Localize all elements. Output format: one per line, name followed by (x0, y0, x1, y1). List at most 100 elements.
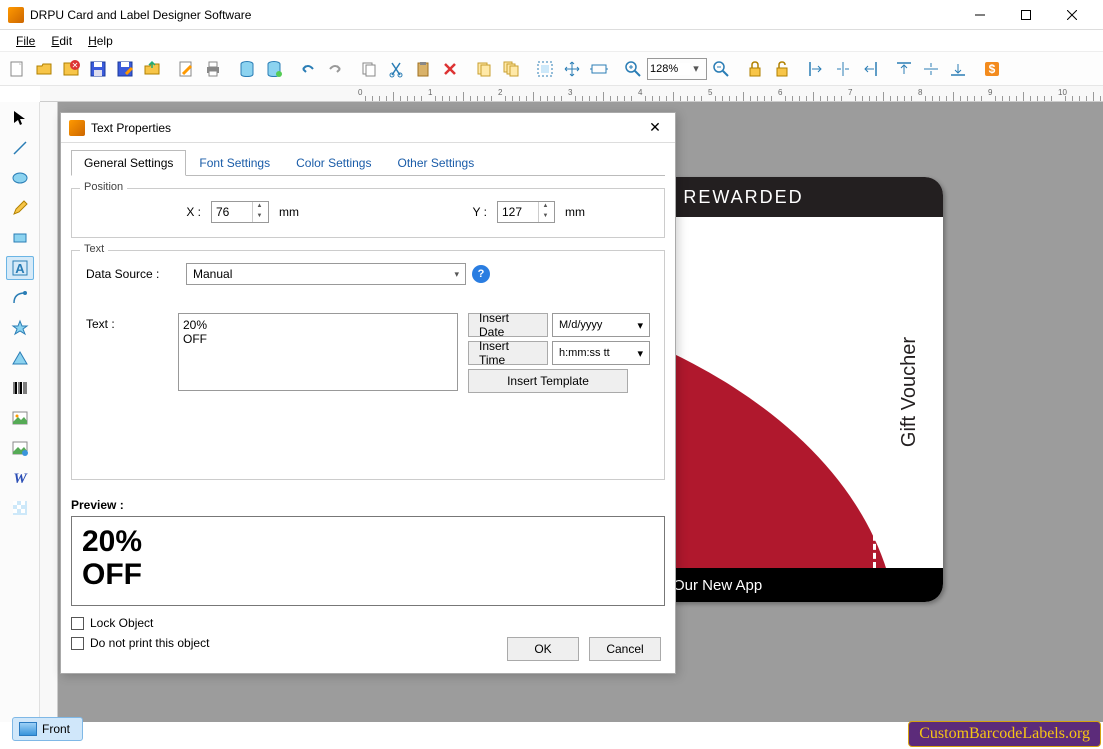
lock-object-label: Lock Object (90, 616, 153, 630)
no-print-checkbox[interactable] (71, 637, 84, 650)
triangle-tool-icon[interactable] (6, 346, 34, 370)
ellipse-tool-icon[interactable] (6, 166, 34, 190)
dialog-tabs: General Settings Font Settings Color Set… (71, 149, 665, 176)
align-middle-icon[interactable] (918, 56, 944, 82)
svg-text:✕: ✕ (72, 61, 79, 70)
delete-icon[interactable] (437, 56, 463, 82)
datasource-label: Data Source : (86, 267, 186, 281)
cut-icon[interactable] (383, 56, 409, 82)
svg-text:W: W (13, 471, 28, 487)
save-icon[interactable] (85, 56, 111, 82)
page-tab-front[interactable]: Front (12, 717, 83, 741)
menu-bar: File Edit Help (0, 30, 1103, 52)
close-file-icon[interactable]: ✕ (58, 56, 84, 82)
paste-icon[interactable] (410, 56, 436, 82)
cancel-button[interactable]: Cancel (589, 637, 661, 661)
star-tool-icon[interactable] (6, 316, 34, 340)
align-left-icon[interactable] (803, 56, 829, 82)
maximize-button[interactable] (1003, 0, 1049, 30)
copy-icon[interactable] (356, 56, 382, 82)
position-group: Position X : ▲▼ mm Y : ▲▼ mm (71, 188, 665, 238)
pencil-tool-icon[interactable] (6, 196, 34, 220)
svg-text:A: A (15, 261, 25, 276)
redo-icon[interactable] (322, 56, 348, 82)
help-icon[interactable]: ? (472, 265, 490, 283)
tab-color-settings[interactable]: Color Settings (283, 150, 384, 176)
barcode-tool-icon[interactable] (6, 376, 34, 400)
lock-icon[interactable] (742, 56, 768, 82)
x-label: X : (151, 205, 201, 219)
dialog-titlebar[interactable]: Text Properties ✕ (61, 113, 675, 143)
y-input[interactable]: ▲▼ (497, 201, 555, 223)
align-right-icon[interactable] (857, 56, 883, 82)
open-icon[interactable] (31, 56, 57, 82)
time-format-combo[interactable]: h:mm:ss tt▾ (552, 341, 650, 365)
watermark: CustomBarcodeLabels.org (908, 721, 1101, 747)
tab-font-settings[interactable]: Font Settings (186, 150, 283, 176)
duplicate-icon[interactable] (471, 56, 497, 82)
export-icon[interactable] (139, 56, 165, 82)
align-bottom-icon[interactable] (945, 56, 971, 82)
zoom-out-icon[interactable] (708, 56, 734, 82)
dialog-title: Text Properties (91, 121, 171, 135)
undo-icon[interactable] (295, 56, 321, 82)
edit-doc-icon[interactable] (173, 56, 199, 82)
menu-edit[interactable]: Edit (43, 32, 80, 50)
main-toolbar: ✕ ▾ $ (0, 52, 1103, 86)
horizontal-ruler: 012345678910 (40, 86, 1103, 102)
tab-other-settings[interactable]: Other Settings (384, 150, 487, 176)
vertical-ruler (40, 102, 58, 722)
image-tool-icon[interactable] (6, 406, 34, 430)
dialog-close-button[interactable]: ✕ (643, 116, 667, 140)
wordart-tool-icon[interactable]: W (6, 466, 34, 490)
window-titlebar: DRPU Card and Label Designer Software (0, 0, 1103, 30)
insert-time-button[interactable]: Insert Time (468, 341, 548, 365)
database-edit-icon[interactable] (261, 56, 287, 82)
text-tool-icon[interactable]: A (6, 256, 34, 280)
resize-icon[interactable] (586, 56, 612, 82)
x-input[interactable]: ▲▼ (211, 201, 269, 223)
menu-help[interactable]: Help (80, 32, 121, 50)
lock-object-checkbox[interactable] (71, 617, 84, 630)
tab-general-settings[interactable]: General Settings (71, 150, 186, 176)
arc-tool-icon[interactable] (6, 286, 34, 310)
insert-date-button[interactable]: Insert Date (468, 313, 548, 337)
pointer-tool-icon[interactable] (6, 106, 34, 130)
pattern-tool-icon[interactable] (6, 496, 34, 520)
svg-text:$: $ (989, 62, 996, 76)
print-icon[interactable] (200, 56, 226, 82)
preview-label: Preview : (71, 498, 665, 512)
line-tool-icon[interactable] (6, 136, 34, 160)
menu-file[interactable]: File (8, 32, 43, 50)
close-button[interactable] (1049, 0, 1095, 30)
tool-palette: A W (0, 102, 40, 722)
text-input[interactable] (178, 313, 458, 391)
move-icon[interactable] (559, 56, 585, 82)
database-icon[interactable] (234, 56, 260, 82)
page-icon (19, 722, 37, 736)
insert-template-button[interactable]: Insert Template (468, 369, 628, 393)
unlock-icon[interactable] (769, 56, 795, 82)
select-all-icon[interactable] (532, 56, 558, 82)
app-icon (8, 7, 24, 23)
save-as-icon[interactable] (112, 56, 138, 82)
rectangle-tool-icon[interactable] (6, 226, 34, 250)
minimize-button[interactable] (957, 0, 1003, 30)
ok-button[interactable]: OK (507, 637, 579, 661)
duplicate2-icon[interactable] (498, 56, 524, 82)
new-icon[interactable] (4, 56, 30, 82)
image2-tool-icon[interactable] (6, 436, 34, 460)
text-label: Text : (86, 313, 178, 331)
y-label: Y : (437, 205, 487, 219)
price-icon[interactable]: $ (979, 56, 1005, 82)
preview-box: 20%OFF (71, 516, 665, 606)
text-group: Text Data Source : Manual▾ ? Text : Inse… (71, 250, 665, 480)
no-print-label: Do not print this object (90, 636, 209, 650)
zoom-in-icon[interactable] (620, 56, 646, 82)
page-tabs: Front (12, 713, 83, 745)
date-format-combo[interactable]: M/d/yyyy▾ (552, 313, 650, 337)
align-top-icon[interactable] (891, 56, 917, 82)
datasource-combo[interactable]: Manual▾ (186, 263, 466, 285)
align-center-h-icon[interactable] (830, 56, 856, 82)
zoom-level-input[interactable]: ▾ (647, 58, 707, 80)
